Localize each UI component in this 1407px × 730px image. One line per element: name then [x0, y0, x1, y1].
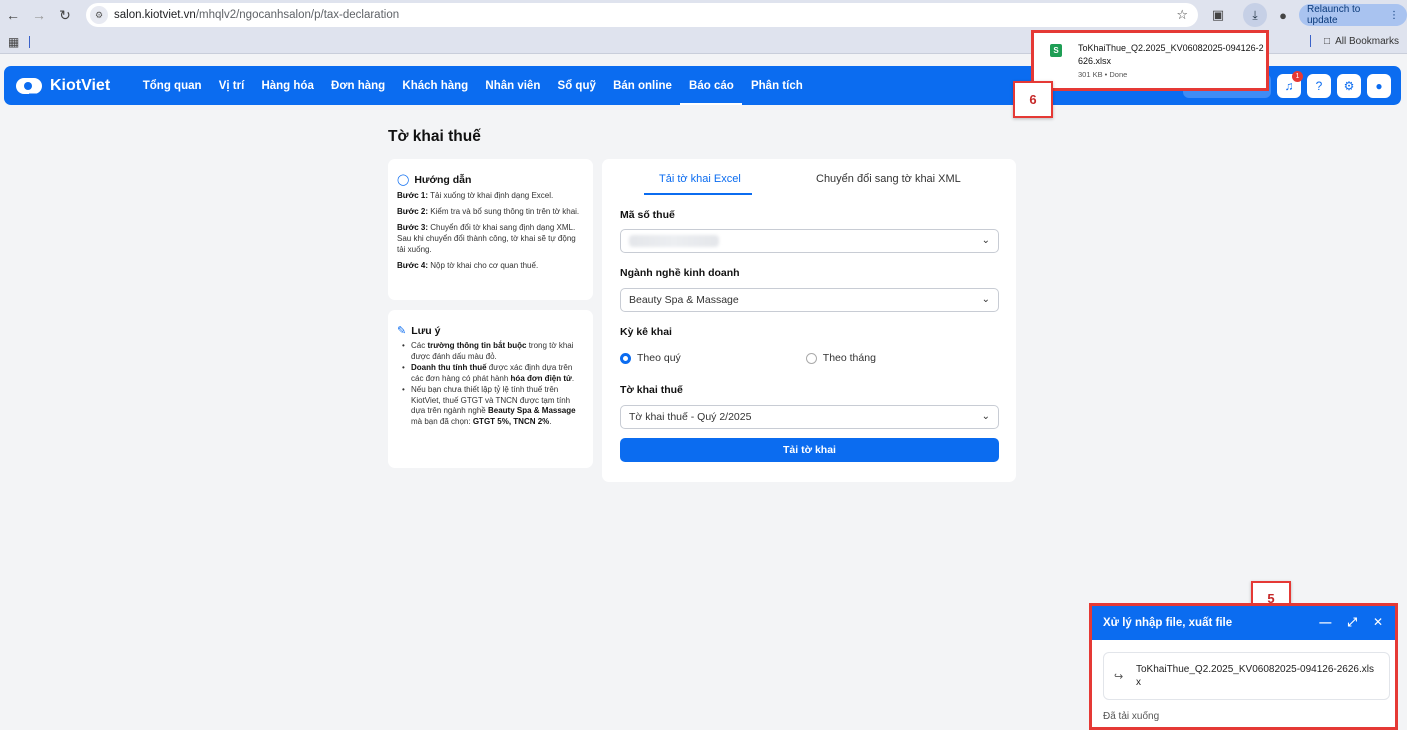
- note-title: ✎ Lưu ý: [397, 324, 441, 338]
- bell-icon[interactable]: ♫ 1: [1277, 71, 1303, 98]
- site-info-icon[interactable]: ⚙: [90, 6, 108, 24]
- export-panel: Xử lý nhập file, xuất file — ⤢ ✕ ↪ ToKha…: [1089, 603, 1398, 730]
- note-card: ✎Lưu ý Các trường thông tin bắt buộc tro…: [388, 310, 593, 468]
- download-file-name[interactable]: ToKhaiThue_Q2.2025_KV06082025-094126-262…: [1078, 42, 1264, 68]
- export-status: Đã tải xuống: [1103, 711, 1160, 722]
- note-item: Nếu bạn chưa thiết lập tỷ lệ tính thuế t…: [397, 385, 584, 427]
- browser-toolbar: ← → ↻ ⚙ salon.kiotviet.vn/mhqlv2/ngocanh…: [0, 0, 1407, 30]
- profile-icon[interactable]: ●: [1273, 5, 1293, 25]
- industry-label: Ngành nghề kinh doanh: [620, 267, 740, 279]
- menu-phan-tich[interactable]: Phân tích: [742, 66, 811, 105]
- download-meta: 301 KB • Done: [1078, 70, 1128, 79]
- form-tabs: Tải tờ khai Excel Chuyển đổi sang tờ kha…: [602, 159, 1016, 195]
- logo-mark-icon: [16, 76, 44, 96]
- menu-ban-online[interactable]: Bán online: [604, 66, 680, 105]
- period-label: Kỳ kê khai: [620, 326, 672, 338]
- chevron-down-icon: ⌄: [981, 235, 990, 246]
- menu-vi-tri[interactable]: Vị trí: [210, 66, 253, 105]
- expand-icon[interactable]: ⤢: [1347, 615, 1357, 630]
- tax-code-label: Mã số thuế: [620, 209, 675, 221]
- redacted-value: [629, 235, 719, 247]
- more-icon: ⋮: [1389, 9, 1399, 21]
- kiotviet-logo[interactable]: KiotViet: [16, 76, 110, 96]
- guide-card: ◯ Hướng dẫn Bước 1: Tải xuống tờ khai địn…: [388, 159, 593, 300]
- menu-hang-hoa[interactable]: Hàng hóa: [253, 66, 323, 105]
- notification-badge: 1: [1292, 71, 1303, 82]
- all-bookmarks[interactable]: □ All Bookmarks: [1310, 35, 1399, 47]
- menu-so-quy[interactable]: Sổ quỹ: [549, 66, 605, 105]
- close-icon[interactable]: ✕: [1373, 615, 1383, 630]
- export-file-item[interactable]: ↪ ToKhaiThue_Q2.2025_KV06082025-094126-2…: [1103, 652, 1390, 700]
- user-avatar-icon[interactable]: ●: [1367, 74, 1391, 98]
- forward-icon[interactable]: →: [26, 2, 52, 28]
- chevron-down-icon: ⌄: [981, 294, 990, 305]
- guide-step: Bước 1: Tải xuống tờ khai định dạng Exce…: [397, 191, 554, 200]
- tab-xml[interactable]: Chuyển đổi sang tờ khai XML: [816, 173, 961, 185]
- menu-khach-hang[interactable]: Khách hàng: [394, 66, 477, 105]
- download-icon[interactable]: ⤓: [1243, 3, 1267, 27]
- url-text: salon.kiotviet.vn/mhqlv2/ngocanhsalon/p/…: [114, 9, 400, 21]
- page-title: Tờ khai thuế: [388, 128, 481, 145]
- tax-code-select[interactable]: ⌄: [620, 229, 999, 253]
- menu-bao-cao[interactable]: Báo cáo: [680, 66, 743, 105]
- extensions-icon[interactable]: ▣: [1208, 5, 1228, 25]
- declaration-select[interactable]: Tờ khai thuế - Quý 2/2025 ⌄: [620, 405, 999, 429]
- folder-icon: □: [1324, 35, 1331, 47]
- note-item: Doanh thu tính thuế được xác định dựa tr…: [397, 363, 584, 384]
- help-icon[interactable]: ?: [1307, 74, 1331, 98]
- export-panel-header: Xử lý nhập file, xuất file — ⤢ ✕: [1092, 606, 1395, 640]
- note-item: Các trường thông tin bắt buộc trong tờ k…: [397, 341, 584, 362]
- period-radio-group: Theo quý Theo tháng: [620, 352, 876, 364]
- guide-title: ◯ Hướng dẫn: [397, 173, 472, 187]
- guide-step: Bước 3: Chuyển đổi tờ khai sang định dạn…: [397, 223, 576, 254]
- bookmark-star-icon[interactable]: ☆: [1176, 7, 1188, 23]
- export-panel-title: Xử lý nhập file, xuất file: [1103, 617, 1233, 629]
- download-declaration-button[interactable]: Tải tờ khai: [620, 438, 999, 462]
- guide-step: Bước 2: Kiểm tra và bổ sung thông tin tr…: [397, 207, 580, 216]
- menu-tong-quan[interactable]: Tổng quan: [134, 66, 210, 105]
- download-popup[interactable]: S ToKhaiThue_Q2.2025_KV06082025-094126-2…: [1031, 30, 1269, 91]
- radio-theo-thang[interactable]: Theo tháng: [805, 352, 876, 364]
- guide-step: Bước 4: Nộp tờ khai cho cơ quan thuế.: [397, 261, 539, 270]
- reload-icon[interactable]: ↻: [52, 2, 78, 28]
- industry-select[interactable]: Beauty Spa & Massage ⌄: [620, 288, 999, 312]
- main-menu: Tổng quan Vị trí Hàng hóa Đơn hàng Khách…: [134, 66, 811, 105]
- radio-theo-quy[interactable]: Theo quý: [620, 352, 681, 364]
- lightbulb-icon: ◯: [397, 174, 410, 186]
- menu-don-hang[interactable]: Đơn hàng: [322, 66, 393, 105]
- export-file-name: ToKhaiThue_Q2.2025_KV06082025-094126-262…: [1136, 664, 1374, 688]
- note-list: Các trường thông tin bắt buộc trong tờ k…: [397, 341, 584, 427]
- industry-value: Beauty Spa & Massage: [629, 294, 739, 306]
- edit-icon: ✎: [397, 325, 407, 337]
- chevron-down-icon: ⌄: [981, 411, 990, 422]
- tax-form-card: Tải tờ khai Excel Chuyển đổi sang tờ kha…: [602, 159, 1016, 482]
- apps-icon[interactable]: ▦: [8, 35, 19, 49]
- excel-file-icon: S: [1050, 44, 1062, 57]
- file-export-icon: ↪: [1114, 670, 1124, 683]
- tab-excel[interactable]: Tải tờ khai Excel: [659, 173, 741, 185]
- annotation-tag-6: 6: [1013, 81, 1053, 118]
- minimize-icon[interactable]: —: [1319, 615, 1331, 630]
- declaration-value: Tờ khai thuế - Quý 2/2025: [629, 411, 752, 423]
- active-tab-indicator: [644, 193, 752, 195]
- relaunch-button[interactable]: Relaunch to update ⋮: [1299, 4, 1407, 26]
- declaration-label: Tờ khai thuế: [620, 384, 683, 396]
- back-icon[interactable]: ←: [0, 2, 26, 28]
- menu-nhan-vien[interactable]: Nhân viên: [477, 66, 549, 105]
- gear-icon[interactable]: ⚙: [1337, 74, 1361, 98]
- address-bar[interactable]: ⚙ salon.kiotviet.vn/mhqlv2/ngocanhsalon/…: [86, 3, 1198, 27]
- bookmark-separator: [29, 36, 30, 48]
